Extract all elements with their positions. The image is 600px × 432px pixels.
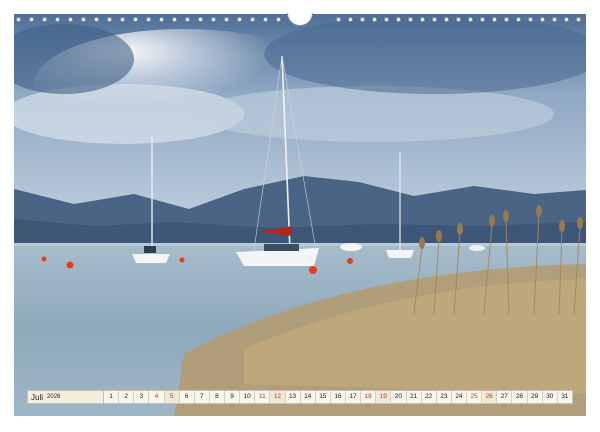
binding-hole [211,17,216,22]
calendar-page: Juli 2026 1 2 3 4 5 6 7 8 9 10 11 12 13 14 15 16 17 18 19 2… [0,0,600,432]
binding-hole [159,17,164,22]
horizon-line [14,243,586,246]
day-cell: 31 [557,391,572,403]
day-cell: 29 [527,391,543,403]
day-cell: 26 [482,391,498,403]
binding-hole [55,17,60,22]
day-cell: 5 [164,391,180,403]
binding-hole [480,17,485,22]
day-cell: 12 [270,391,286,403]
binding-hole [348,17,353,22]
day-cell: 2 [119,391,135,403]
binding-hole [492,17,497,22]
small-boat [469,245,485,251]
binding-hole [263,17,268,22]
binding-hole [68,17,73,22]
photo-illustration [14,14,586,416]
binding-hole [81,17,86,22]
day-cell: 27 [497,391,513,403]
binding-hole [576,17,581,22]
day-cell: 21 [406,391,422,403]
day-cell: 7 [194,391,210,403]
buoy [347,258,353,264]
month-label: Juli 2026 [28,391,104,403]
binding-hole [552,17,557,22]
day-cell: 1 [104,391,120,403]
day-cell: 3 [134,391,150,403]
day-cell: 8 [209,391,225,403]
binding-hole [540,17,545,22]
binding-hole [224,17,229,22]
binding-hole [372,17,377,22]
binding-hole [516,17,521,22]
binding-hole [396,17,401,22]
day-cell: 16 [330,391,346,403]
day-cell: 30 [542,391,558,403]
binding-hole [146,17,151,22]
binding-hole [564,17,569,22]
buoy [179,257,185,263]
cloud [194,86,554,142]
day-cell: 24 [451,391,467,403]
binding-hole [444,17,449,22]
binding-hole [107,17,112,22]
day-cell: 10 [240,391,256,403]
binding-hole [528,17,533,22]
binding-hole [29,17,34,22]
day-cell: 6 [179,391,195,403]
buoy [41,256,47,262]
binding-hole [408,17,413,22]
calendar-strip: Juli 2026 1 2 3 4 5 6 7 8 9 10 11 12 13 14 15 16 17 18 19 2… [27,390,573,404]
binding-hole [360,17,365,22]
month-year: 2026 [47,394,61,400]
binding-hole [456,17,461,22]
binding-hole [94,17,99,22]
day-cell: 13 [285,391,301,403]
binding-hole [468,17,473,22]
day-cell: 15 [315,391,331,403]
day-cell: 17 [346,391,362,403]
binding-hole [420,17,425,22]
day-cell: 18 [361,391,377,403]
day-cell: 23 [436,391,452,403]
day-cell: 9 [225,391,241,403]
binding-hole [432,17,437,22]
month-name: Juli [31,392,44,402]
day-cell: 4 [149,391,165,403]
day-row: 1 2 3 4 5 6 7 8 9 10 11 12 13 14 15 16 17 18 19 20 21 22 23 24 2… [104,391,572,403]
binding-hole [198,17,203,22]
lake-sailboats-photo [14,14,586,416]
buoy [66,261,74,269]
binding-hole [172,17,177,22]
day-cell: 11 [255,391,271,403]
day-cell: 14 [300,391,316,403]
binding-hole [16,17,21,22]
binding-hole [504,17,509,22]
binding-hole [276,17,281,22]
day-cell: 22 [421,391,437,403]
binding-hole [42,17,47,22]
day-cell: 20 [391,391,407,403]
binding-hole [120,17,125,22]
small-boat [340,243,362,251]
binding-hole [250,17,255,22]
binding-hole [185,17,190,22]
day-cell: 25 [467,391,483,403]
binding-hole [384,17,389,22]
binding-hole [133,17,138,22]
binding-hole [336,17,341,22]
day-cell: 28 [512,391,528,403]
day-cell: 19 [376,391,392,403]
binding-hole [237,17,242,22]
buoy [309,266,317,274]
